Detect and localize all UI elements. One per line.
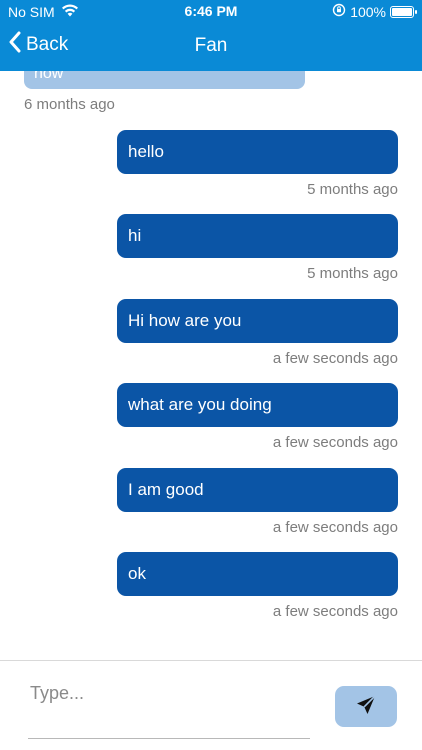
message-text: what are you doing — [128, 395, 272, 414]
status-right: 100% — [332, 3, 417, 20]
incoming-message-time: 6 months ago — [24, 96, 115, 113]
message-time: 5 months ago — [307, 265, 398, 282]
outgoing-message-bubble: I am good — [117, 468, 398, 512]
incoming-message-text: now — [34, 71, 64, 82]
outgoing-message: ok a few seconds ago — [117, 552, 398, 620]
outgoing-message: Hi how are you a few seconds ago — [117, 299, 398, 367]
outgoing-message-bubble: hello — [117, 130, 398, 174]
send-button[interactable] — [335, 686, 397, 727]
message-text: hello — [128, 142, 164, 161]
battery-percent: 100% — [350, 3, 386, 20]
outgoing-message-bubble: Hi how are you — [117, 299, 398, 343]
outgoing-message: hello 5 months ago — [117, 130, 398, 198]
outgoing-message: hi 5 months ago — [117, 214, 398, 282]
message-time: 5 months ago — [307, 181, 398, 198]
outgoing-message-bubble: what are you doing — [117, 383, 398, 427]
outgoing-message-bubble: ok — [117, 552, 398, 596]
message-composer — [0, 660, 422, 750]
message-time: a few seconds ago — [272, 434, 398, 451]
message-text: ok — [128, 564, 146, 583]
message-input[interactable] — [28, 673, 310, 739]
message-time: a few seconds ago — [272, 519, 398, 536]
message-text: I am good — [128, 480, 204, 499]
outgoing-message: I am good a few seconds ago — [117, 468, 398, 536]
status-bar: No SIM 6:46 PM 100% — [0, 0, 422, 22]
message-time: a few seconds ago — [272, 603, 398, 620]
send-icon — [355, 694, 377, 719]
message-text: hi — [128, 226, 142, 245]
incoming-message-bubble: now — [24, 71, 305, 89]
outgoing-message: what are you doing a few seconds ago — [117, 383, 398, 451]
message-text: Hi how are you — [128, 311, 242, 330]
nav-bar: Back Fan — [0, 22, 422, 71]
battery-fill — [392, 7, 412, 16]
top-bar: No SIM 6:46 PM 100% Back Fan — [0, 0, 422, 71]
orientation-lock-icon — [332, 3, 346, 20]
page-title: Fan — [194, 35, 228, 56]
battery-icon — [390, 5, 417, 18]
outgoing-message-bubble: hi — [117, 214, 398, 258]
message-list[interactable]: now 6 months ago hello 5 months ago hi 5… — [0, 71, 422, 660]
message-time: a few seconds ago — [272, 350, 398, 367]
